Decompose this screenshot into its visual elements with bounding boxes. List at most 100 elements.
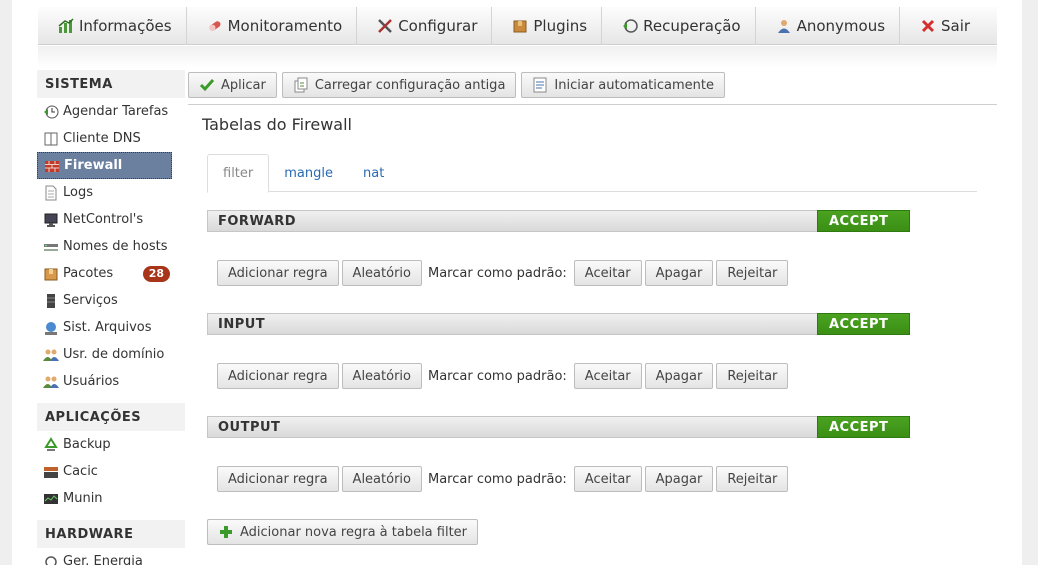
autostart-button[interactable]: Iniciar automaticamente — [521, 72, 725, 98]
accept-button[interactable]: Aceitar — [573, 260, 642, 286]
tab-mangle[interactable]: mangle — [269, 154, 348, 192]
add-new-rule-label: Adicionar nova regra à tabela filter — [240, 524, 468, 540]
sidebar-item-firewall[interactable]: Firewall — [37, 152, 172, 179]
sidebar-item-label: Cliente DNS — [63, 131, 141, 146]
apply-button[interactable]: Aplicar — [188, 72, 277, 98]
reject-button[interactable]: Rejeitar — [716, 363, 789, 389]
sidebar-item-munin[interactable]: Munin — [37, 485, 172, 512]
mark-default-label: Marcar como padrão: — [427, 265, 567, 281]
document-icon — [43, 185, 59, 201]
nav-label: Informações — [79, 17, 172, 35]
close-icon — [920, 18, 936, 34]
table-tabs: filter mangle nat — [207, 154, 977, 193]
autostart-button-label: Iniciar automaticamente — [554, 77, 714, 93]
chain-actions-forward: Adicionar regra Aleatório Marcar como pa… — [217, 260, 789, 286]
tab-filter[interactable]: filter — [207, 154, 270, 193]
nav-label: Anonymous — [796, 17, 886, 35]
load-old-config-label: Carregar configuração antiga — [314, 77, 506, 93]
delete-button[interactable]: Apagar — [644, 363, 714, 389]
sidebar-item-label: Firewall — [64, 158, 123, 173]
package-icon — [43, 266, 59, 282]
delete-button[interactable]: Apagar — [644, 466, 714, 492]
tools-icon — [377, 18, 393, 34]
sidebar-item-label: Pacotes — [63, 266, 114, 281]
sidebar-item-usr-de-dominio[interactable]: Usr. de domínio — [37, 341, 172, 368]
toolbar: Aplicar Carregar configuração antiga Ini… — [188, 72, 725, 98]
sidebar-section-sistema: SISTEMA — [37, 70, 185, 98]
nav-plugins[interactable]: Plugins — [492, 7, 603, 45]
tab-nat[interactable]: nat — [348, 154, 399, 192]
nav-configurar[interactable]: Configurar — [357, 7, 493, 45]
chain-policy-toggle[interactable]: ACCEPT — [817, 313, 910, 335]
monitor-icon — [43, 212, 59, 228]
add-rule-button[interactable]: Adicionar regra — [217, 466, 339, 492]
chain-policy-toggle[interactable]: ACCEPT — [817, 416, 910, 438]
document-list-icon — [532, 77, 548, 93]
reject-button[interactable]: Rejeitar — [716, 466, 789, 492]
sidebar-item-label: Usuários — [63, 374, 120, 389]
add-rule-button[interactable]: Adicionar regra — [217, 363, 339, 389]
toolbar-divider — [188, 104, 997, 105]
sidebar-item-label: Ger. Energia — [63, 554, 143, 565]
pill-icon — [207, 18, 223, 34]
nav-shadow — [38, 46, 997, 68]
sidebar-item-label: Sist. Arquivos — [63, 320, 152, 335]
nav-monitoramento[interactable]: Monitoramento — [187, 7, 358, 45]
sidebar-section-hardware: HARDWARE — [37, 520, 185, 548]
nav-anonymous[interactable]: Anonymous — [756, 7, 901, 45]
random-button[interactable]: Aleatório — [341, 466, 422, 492]
nav-recuperacao[interactable]: Recuperação — [602, 7, 756, 45]
sidebar-item-pacotes[interactable]: Pacotes 28 — [37, 260, 172, 287]
sidebar-item-usuarios[interactable]: Usuários — [37, 368, 172, 395]
delete-button[interactable]: Apagar — [644, 260, 714, 286]
random-button[interactable]: Aleatório — [341, 363, 422, 389]
sidebar-item-label: Serviços — [63, 293, 118, 308]
power-icon — [43, 554, 59, 565]
nav-label: Sair — [941, 17, 971, 35]
sidebar-item-cacic[interactable]: Cacic — [37, 458, 172, 485]
nav-label: Monitoramento — [227, 17, 343, 35]
sidebar-item-label: Munin — [63, 491, 103, 506]
graph-monitor-icon — [43, 491, 59, 507]
random-button[interactable]: Aleatório — [341, 260, 422, 286]
chain-name: OUTPUT — [218, 420, 281, 435]
sidebar-item-agendar-tarefas[interactable]: Agendar Tarefas — [37, 98, 172, 125]
sidebar-item-label: Cacic — [63, 464, 98, 479]
cacic-icon — [43, 464, 59, 480]
globe-drive-icon — [43, 320, 59, 336]
copy-document-icon — [293, 77, 309, 93]
sidebar-item-label: NetControl's — [63, 212, 144, 227]
accept-button[interactable]: Aceitar — [573, 363, 642, 389]
users-group-icon — [43, 374, 59, 390]
chain-policy-toggle[interactable]: ACCEPT — [817, 210, 910, 232]
network-hosts-icon — [43, 239, 59, 255]
sidebar-item-ger-energia[interactable]: Ger. Energia — [37, 548, 172, 565]
sidebar-separator — [37, 395, 185, 403]
sidebar-item-netcontrols[interactable]: NetControl's — [37, 206, 172, 233]
chain-name: INPUT — [218, 317, 266, 332]
nav-label: Recuperação — [643, 17, 741, 35]
clock-arrow-icon — [43, 104, 59, 120]
sidebar-item-cliente-dns[interactable]: Cliente DNS — [37, 125, 172, 152]
add-new-rule-button[interactable]: Adicionar nova regra à tabela filter — [207, 519, 479, 545]
sidebar-item-sist-arquivos[interactable]: Sist. Arquivos — [37, 314, 172, 341]
load-old-config-button[interactable]: Carregar configuração antiga — [281, 72, 517, 98]
check-icon — [199, 77, 215, 93]
reject-button[interactable]: Rejeitar — [716, 260, 789, 286]
nav-informacoes[interactable]: Informações — [38, 7, 187, 45]
top-navigation: Informações Monitoramento Configurar Plu… — [38, 7, 997, 45]
user-icon — [776, 18, 792, 34]
sidebar-item-label: Agendar Tarefas — [63, 104, 169, 119]
nav-sair[interactable]: Sair — [900, 7, 984, 45]
plus-icon — [218, 524, 234, 540]
server-icon — [43, 293, 59, 309]
mark-default-label: Marcar como padrão: — [427, 368, 567, 384]
sidebar-item-logs[interactable]: Logs — [37, 179, 172, 206]
accept-button[interactable]: Aceitar — [573, 466, 642, 492]
sidebar-item-nomes-de-hosts[interactable]: Nomes de hosts — [37, 233, 172, 260]
book-icon — [43, 131, 59, 147]
sidebar-item-servicos[interactable]: Serviços — [37, 287, 172, 314]
sidebar: SISTEMA Agendar Tarefas Cliente DNS Fire… — [37, 70, 185, 565]
sidebar-item-backup[interactable]: Backup — [37, 431, 172, 458]
add-rule-button[interactable]: Adicionar regra — [217, 260, 339, 286]
